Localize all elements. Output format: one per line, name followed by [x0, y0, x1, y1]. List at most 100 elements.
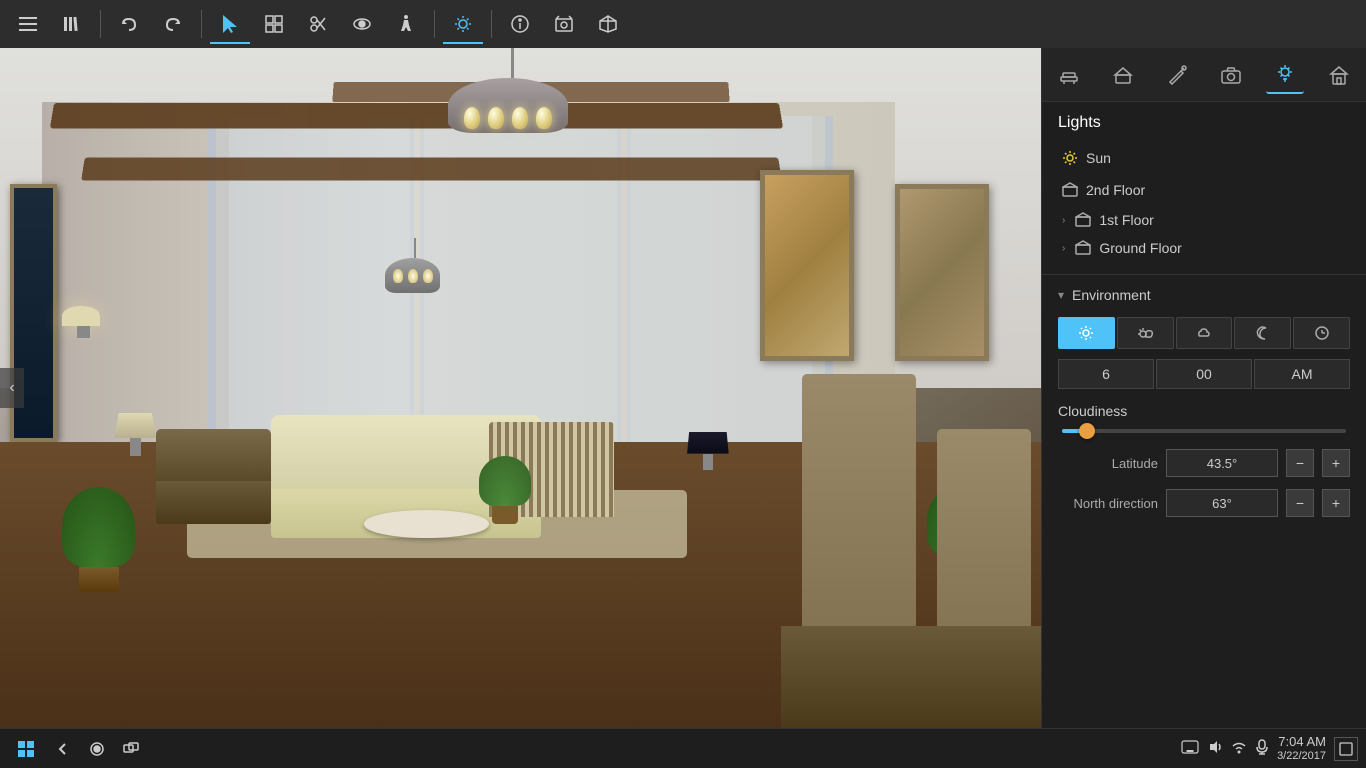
time-hour[interactable]: 6	[1058, 359, 1154, 389]
sconce-arm	[77, 326, 89, 338]
time-period[interactable]: AM	[1254, 359, 1350, 389]
taskbar-volume-btn[interactable]	[1207, 740, 1223, 757]
slider-thumb[interactable]	[1079, 423, 1095, 439]
redo-button[interactable]	[153, 4, 193, 44]
c-light-2	[488, 107, 504, 129]
taskbar-items	[48, 734, 146, 764]
env-night-btn[interactable]	[1234, 317, 1291, 349]
latitude-increase-btn[interactable]: +	[1322, 449, 1350, 477]
pendant-lights	[393, 269, 433, 283]
latitude-decrease-btn[interactable]: −	[1286, 449, 1314, 477]
sun-light-item[interactable]: Sun	[1058, 142, 1350, 174]
separator-2	[201, 10, 202, 38]
rt-paint-btn[interactable]	[1158, 56, 1196, 94]
taskbar-back-btn[interactable]	[48, 734, 78, 764]
north-decrease-btn[interactable]: −	[1286, 489, 1314, 517]
chandelier-body	[448, 78, 568, 133]
info-button[interactable]	[500, 4, 540, 44]
start-button[interactable]	[8, 734, 44, 764]
pendant-light	[385, 238, 445, 293]
2nd-floor-label: 2nd Floor	[1086, 182, 1145, 198]
ground-floor-light-item[interactable]: › Ground Floor	[1058, 234, 1350, 262]
separator-4	[491, 10, 492, 38]
time-minute[interactable]: 00	[1156, 359, 1252, 389]
rt-build-btn[interactable]	[1104, 56, 1142, 94]
wall-sconce	[62, 306, 104, 338]
walk-button[interactable]	[386, 4, 426, 44]
rt-camera-btn[interactable]	[1212, 56, 1250, 94]
view-button[interactable]	[342, 4, 382, 44]
ac1-seat	[156, 481, 271, 524]
painting-right-2	[895, 184, 989, 361]
taskbar-clock[interactable]: 7:04 AM 3/22/2017	[1277, 734, 1326, 763]
taskbar-network-btn[interactable]	[1231, 740, 1247, 757]
select-button[interactable]	[210, 4, 250, 44]
right-panel: Lights Sun 2nd Floor › 1st Floor ›	[1041, 48, 1366, 728]
env-clock-btn[interactable]	[1293, 317, 1350, 349]
env-sunny-btn[interactable]	[1117, 317, 1174, 349]
taskbar-keyboard-btn[interactable]	[1181, 740, 1199, 757]
north-direction-row: North direction 63° − +	[1058, 489, 1350, 517]
3d-button[interactable]	[588, 4, 628, 44]
ceiling-beam-2	[81, 157, 782, 180]
group-button[interactable]	[254, 4, 294, 44]
sun-mode-button[interactable]	[443, 4, 483, 44]
c-light-4	[536, 107, 552, 129]
menu-button[interactable]	[8, 4, 48, 44]
taskbar: 7:04 AM 3/22/2017	[0, 728, 1366, 768]
plant-leaves	[62, 487, 135, 567]
c-light-1	[464, 107, 480, 129]
ac1-back	[156, 429, 271, 481]
ground-floor-label: Ground Floor	[1099, 240, 1181, 256]
1st-floor-light-item[interactable]: › 1st Floor	[1058, 206, 1350, 234]
2nd-floor-light-item[interactable]: 2nd Floor	[1058, 174, 1350, 206]
table-lamp-2	[687, 432, 729, 470]
undo-button[interactable]	[109, 4, 149, 44]
latitude-label: Latitude	[1058, 456, 1158, 471]
lights-title: Lights	[1058, 114, 1350, 132]
coffee-table	[364, 510, 489, 537]
taskbar-cortana-btn[interactable]	[82, 734, 112, 764]
north-direction-value[interactable]: 63°	[1166, 489, 1278, 517]
separator-1	[100, 10, 101, 38]
rt-furniture-btn[interactable]	[1050, 56, 1088, 94]
taskbar-right: 7:04 AM 3/22/2017	[1181, 734, 1358, 763]
right-toolbar	[1042, 48, 1366, 102]
clock-display: 7:04 AM 3/22/2017	[1277, 734, 1326, 763]
latitude-value[interactable]: 43.5°	[1166, 449, 1278, 477]
taskbar-speech-btn[interactable]	[1255, 739, 1269, 758]
room-render	[0, 48, 1041, 728]
sconce-shade	[62, 306, 99, 326]
dining-table-edge	[781, 626, 1041, 728]
chandelier	[448, 48, 578, 133]
taskbar-multitask-btn[interactable]	[116, 734, 146, 764]
scissors-button[interactable]	[298, 4, 338, 44]
p-light-1	[393, 269, 403, 283]
viewport[interactable]: ‹	[0, 48, 1041, 728]
ceiling-beam-1	[50, 103, 783, 129]
rt-home-btn[interactable]	[1320, 56, 1358, 94]
cloudiness-slider[interactable]	[1058, 429, 1350, 433]
lamp2-shade	[687, 432, 729, 454]
env-cloudy-btn[interactable]	[1176, 317, 1233, 349]
clock-date: 3/22/2017	[1277, 750, 1326, 763]
pendant-body	[385, 258, 440, 293]
chandelier-lights	[464, 107, 552, 129]
plant-left	[62, 487, 135, 592]
plant-small-pot	[492, 506, 518, 524]
env-header[interactable]: ▾ Environment	[1058, 287, 1350, 303]
slider-track[interactable]	[1062, 429, 1346, 433]
plant-small-leaves	[479, 456, 531, 506]
taskbar-notification-btn[interactable]	[1334, 737, 1358, 761]
lamp2-base	[703, 454, 713, 470]
library-button[interactable]	[52, 4, 92, 44]
rt-lights-btn[interactable]	[1266, 56, 1304, 94]
viewport-nav-left[interactable]: ‹	[0, 368, 24, 408]
north-increase-btn[interactable]: +	[1322, 489, 1350, 517]
chandelier-rod	[511, 48, 514, 78]
env-clear-btn[interactable]	[1058, 317, 1115, 349]
painting-right-1	[760, 170, 854, 360]
pendant-rod	[414, 238, 416, 258]
main-content: ‹ Lights	[0, 48, 1366, 728]
screenshot-button[interactable]	[544, 4, 584, 44]
